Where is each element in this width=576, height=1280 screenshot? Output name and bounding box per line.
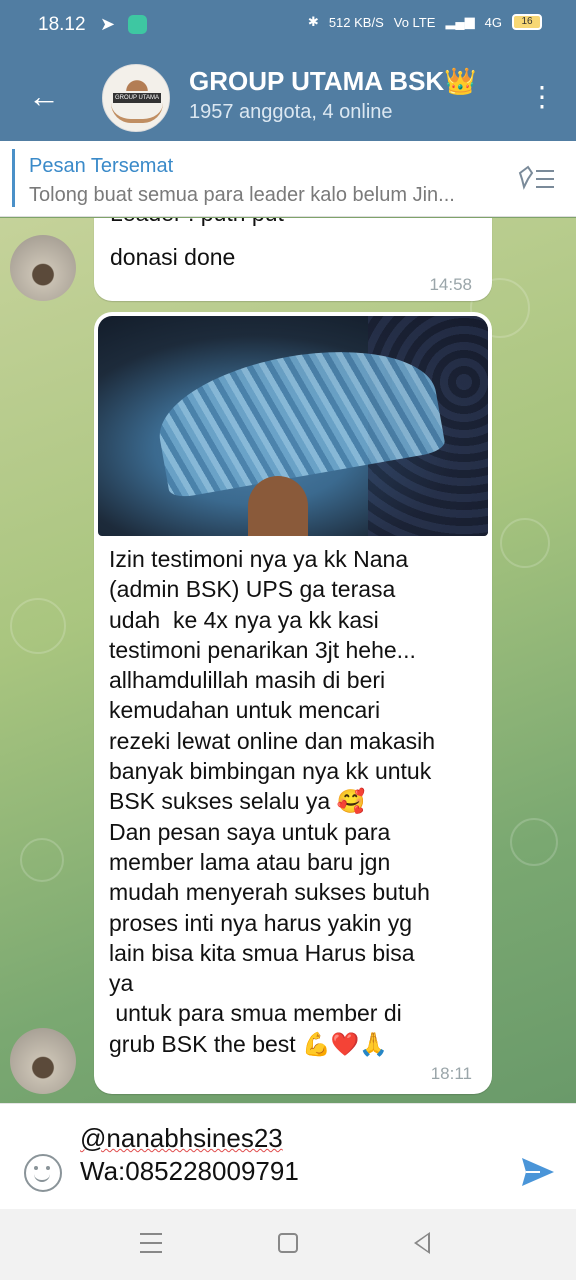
background-doodle [500,518,550,568]
message-photo[interactable] [98,316,488,536]
background-doodle [10,598,66,654]
background-doodle [20,838,64,882]
message-time: 18:11 [430,1064,472,1083]
send-icon[interactable] [520,1154,556,1190]
signal-label: 4G [484,14,502,30]
home-icon[interactable] [278,1233,298,1253]
sender-avatar[interactable] [10,235,76,301]
pinned-text: Tolong buat semua para leader kalo belum… [29,184,455,206]
bluetooth-icon: ✱ [307,14,319,29]
recent-apps-icon[interactable] [140,1233,162,1253]
chat-area[interactable]: Leader : putri put donasi done 14:58 Izi… [0,218,576,1103]
avatar-banner: GROUP UTAMA [113,93,161,103]
crown-emblem-icon [120,71,154,91]
network-speed: 512 KB/S [328,14,384,30]
network-type: Vo LTE [393,14,436,30]
system-nav-bar [0,1209,576,1280]
message-input-bar: @nanabhsines23 Wa:085228009791 [0,1103,576,1209]
message-bubble[interactable]: Leader : putri put donasi done 14:58 [94,218,492,301]
message-input[interactable]: @nanabhsines23 Wa:085228009791 [80,1122,500,1188]
message-text: donasi done [110,244,236,270]
telegram-icon: ➤ [100,14,116,34]
group-title[interactable]: GROUP UTAMA BSK👑 [189,66,477,97]
message-bubble[interactable]: Izin testimoni nya ya kk Nana (admin BSK… [94,312,492,1094]
message-time: 14:58 [429,275,472,294]
back-arrow-icon[interactable]: ← [28,78,64,114]
group-avatar[interactable]: GROUP UTAMA [102,64,170,132]
wreath-emblem-icon [111,103,163,123]
input-line-phone: Wa:085228009791 [80,1156,299,1186]
group-member-count: 1957 anggota, 4 online [189,101,393,123]
background-doodle [510,818,558,866]
photo-hand [248,476,308,536]
signal-icon: ▂▄▆ [445,14,475,29]
battery-icon: 16 [512,14,542,30]
message-text: Izin testimoni nya ya kk Nana (admin BSK… [109,546,436,1057]
status-bar: 18.12 ➤ ✱ 512 KB/S Vo LTE ▂▄▆ 4G 16 [0,0,576,50]
more-vertical-icon[interactable]: ⋮ [528,80,556,114]
status-time: 18.12 [38,14,86,35]
status-indicators: ✱ 512 KB/S Vo LTE ▂▄▆ 4G 16 [308,14,542,30]
smile-icon[interactable] [24,1154,62,1192]
unpin-list-icon[interactable] [516,165,556,193]
chat-header: 18.12 ➤ ✱ 512 KB/S Vo LTE ▂▄▆ 4G 16 ← GR… [0,0,576,141]
message-text: Leader : putri put [110,218,284,227]
sender-avatar[interactable] [10,1028,76,1094]
pinned-accent-bar [12,149,15,207]
input-line-mention: @nanabhsines23 [80,1123,283,1153]
app-notification-icon [128,15,147,34]
back-triangle-icon[interactable] [414,1232,430,1254]
pinned-message-bar[interactable]: Pesan Tersemat Tolong buat semua para le… [0,141,576,217]
pinned-title: Pesan Tersemat [29,155,174,177]
